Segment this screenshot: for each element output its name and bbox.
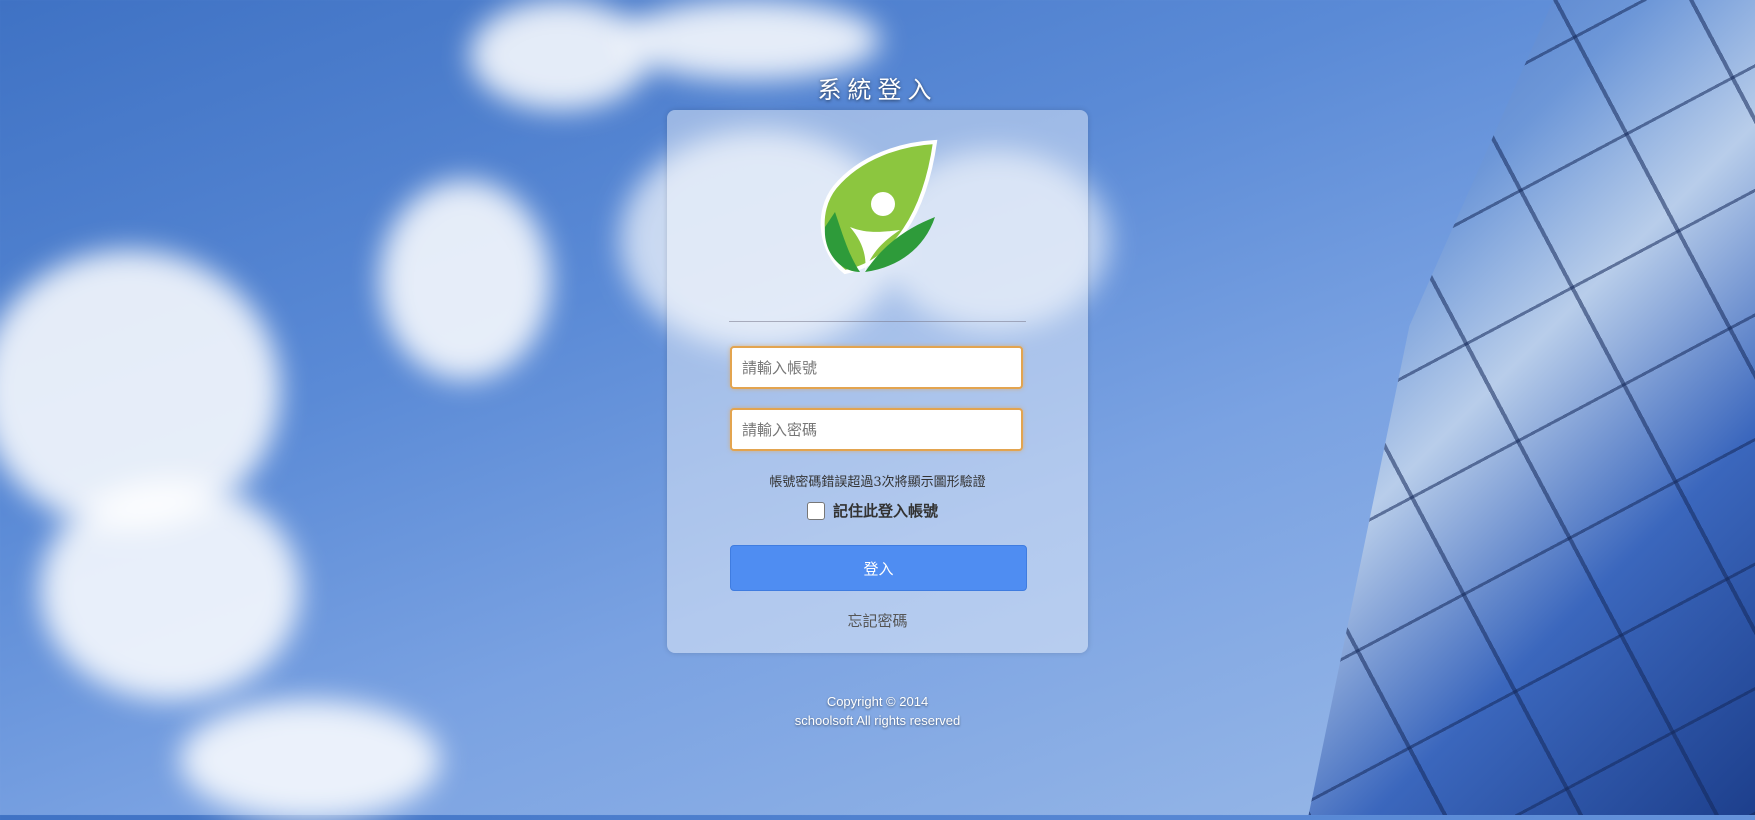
captcha-hint-text: 帳號密碼錯誤超過3次將顯示圖形驗證 <box>769 475 986 490</box>
cloud <box>380 180 550 380</box>
forgot-password-link[interactable]: 忘記密碼 <box>667 610 1088 631</box>
school-leaf-logo-icon <box>820 139 938 275</box>
page-title: 系統登入 <box>817 76 938 104</box>
cloud <box>620 0 880 80</box>
remember-label[interactable]: 記住此登入帳號 <box>833 500 938 521</box>
divider <box>729 321 1026 322</box>
username-input[interactable] <box>730 346 1023 389</box>
cloud <box>40 480 300 700</box>
glass-building-image <box>1308 0 1755 815</box>
footer-copyright: Copyright © 2014 <box>826 694 929 709</box>
remember-account-option[interactable]: 記住此登入帳號 <box>807 500 938 521</box>
remember-checkbox[interactable] <box>807 501 825 520</box>
footer-rights: schoolsoft All rights reserved <box>794 713 961 728</box>
login-button[interactable]: 登入 <box>730 545 1027 591</box>
password-input[interactable] <box>730 408 1023 451</box>
login-panel: 帳號密碼錯誤超過3次將顯示圖形驗證 記住此登入帳號 登入 忘記密碼 <box>667 110 1088 653</box>
